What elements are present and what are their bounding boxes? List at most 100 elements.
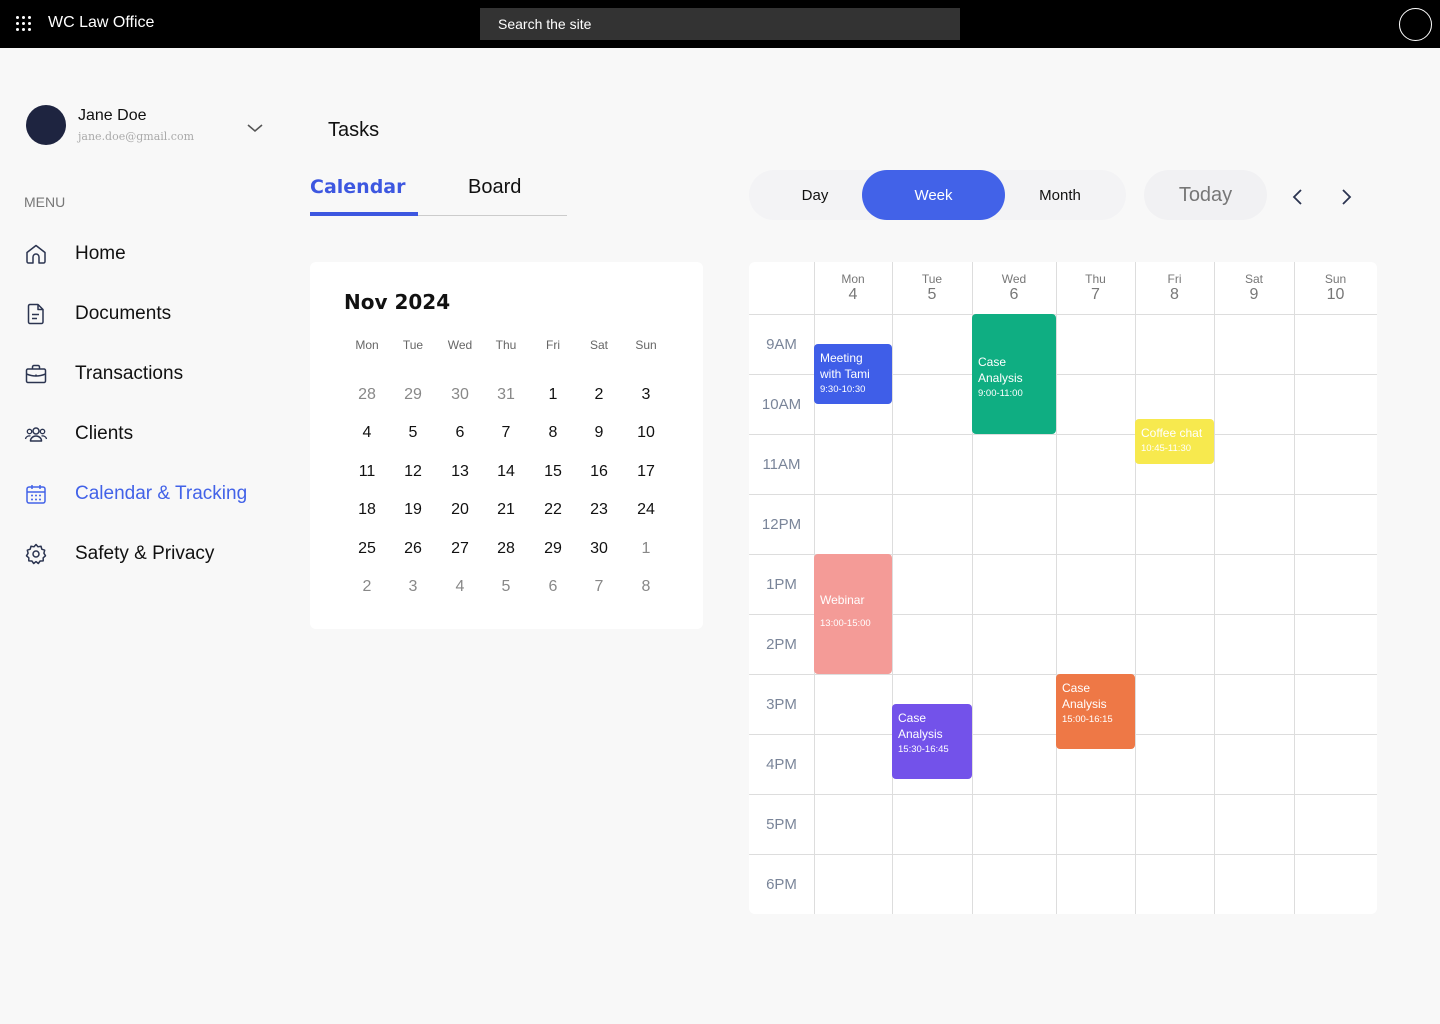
mini-calendar-day[interactable]: 21	[483, 501, 529, 519]
sidebar-item-label: Home	[75, 243, 126, 264]
grid-line	[749, 434, 1377, 435]
view-week-button[interactable]: Week	[862, 170, 1005, 220]
mini-calendar-day[interactable]: 24	[623, 501, 669, 519]
tab-calendar[interactable]: Calendar	[310, 176, 405, 198]
hour-label: 2PM	[766, 636, 797, 653]
active-tab-indicator	[310, 212, 418, 216]
mini-calendar-day[interactable]: 19	[390, 501, 436, 519]
weekday-number[interactable]: 5	[892, 286, 972, 304]
chevron-left-icon[interactable]	[1290, 187, 1306, 207]
mini-calendar-weekday: Thu	[495, 338, 517, 352]
mini-calendar-day[interactable]: 29	[530, 540, 576, 558]
mini-calendar-day[interactable]: 5	[483, 578, 529, 596]
calendar-event[interactable]: Coffee chat 10:45-11:30	[1135, 419, 1214, 464]
calendar-event[interactable]: Case Analysis 9:00-11:00	[972, 314, 1056, 434]
mini-calendar-day[interactable]: 28	[344, 386, 390, 404]
brand-name[interactable]: WC Law Office	[48, 14, 154, 32]
weekday-name: Wed	[1001, 272, 1027, 286]
mini-calendar-day[interactable]: 20	[437, 501, 483, 519]
calendar-event[interactable]: Meeting with Tami 9:30-10:30	[814, 344, 892, 404]
event-title: Case Analysis	[898, 711, 943, 741]
weekday-number[interactable]: 10	[1294, 286, 1377, 304]
home-icon	[26, 244, 46, 264]
event-time: 10:45-11:30	[1141, 443, 1192, 454]
mini-calendar-day[interactable]: 10	[623, 424, 669, 442]
calendar-event[interactable]: Case Analysis 15:00-16:15	[1056, 674, 1135, 749]
chevron-right-icon[interactable]	[1338, 187, 1354, 207]
mini-calendar-day[interactable]: 25	[344, 540, 390, 558]
sidebar-item-calendar-tracking[interactable]: Calendar & Tracking	[24, 478, 274, 510]
sidebar-item-clients[interactable]: Clients	[24, 418, 274, 450]
mini-calendar-day[interactable]: 6	[437, 424, 483, 442]
mini-calendar-day[interactable]: 3	[390, 578, 436, 596]
view-month-button[interactable]: Month	[1005, 170, 1115, 220]
mini-calendar-day[interactable]: 15	[530, 463, 576, 481]
mini-calendar-weekday: Fri	[546, 338, 560, 352]
mini-calendar-day[interactable]: 22	[530, 501, 576, 519]
weekday-name: Thu	[1085, 272, 1106, 286]
mini-calendar-day[interactable]: 2	[576, 386, 622, 404]
mini-calendar-day[interactable]: 26	[390, 540, 436, 558]
weekday-number[interactable]: 9	[1214, 286, 1294, 304]
mini-calendar-day[interactable]: 7	[483, 424, 529, 442]
event-time: 13:00-15:00	[820, 618, 871, 629]
sidebar-item-home[interactable]: Home	[24, 238, 274, 270]
mini-calendar-day[interactable]: 30	[576, 540, 622, 558]
mini-calendar-day[interactable]: 18	[344, 501, 390, 519]
calendar-event[interactable]: Case Analysis 15:30-16:45	[892, 704, 972, 779]
sidebar-item-documents[interactable]: Documents	[24, 298, 274, 330]
mini-calendar-day[interactable]: 13	[437, 463, 483, 481]
apps-grid-icon[interactable]	[16, 16, 32, 32]
mini-calendar-day[interactable]: 31	[483, 386, 529, 404]
chevron-down-icon[interactable]	[246, 122, 264, 134]
sidebar-item-transactions[interactable]: Transactions	[24, 358, 274, 390]
mini-calendar-day[interactable]: 4	[344, 424, 390, 442]
mini-calendar-day[interactable]: 17	[623, 463, 669, 481]
mini-calendar-day[interactable]: 30	[437, 386, 483, 404]
event-time: 9:30-10:30	[820, 384, 866, 395]
mini-calendar-day[interactable]: 12	[390, 463, 436, 481]
grid-line	[1214, 262, 1215, 914]
sidebar-item-safety-privacy[interactable]: Safety & Privacy	[24, 538, 274, 570]
grid-line	[1294, 262, 1295, 914]
mini-calendar-day[interactable]: 5	[390, 424, 436, 442]
hour-label: 11AM	[762, 456, 801, 473]
mini-calendar-day[interactable]: 11	[344, 463, 390, 481]
mini-calendar-day[interactable]: 1	[530, 386, 576, 404]
mini-calendar-day[interactable]: 6	[530, 578, 576, 596]
mini-calendar-day[interactable]: 7	[576, 578, 622, 596]
view-switcher: Day Month Week	[749, 170, 1126, 220]
mini-calendar-day[interactable]: 1	[623, 540, 669, 558]
mini-calendar-day[interactable]: 23	[576, 501, 622, 519]
mini-calendar-day[interactable]: 29	[390, 386, 436, 404]
weekday-number[interactable]: 4	[814, 286, 892, 304]
mini-calendar-day[interactable]: 16	[576, 463, 622, 481]
sidebar-item-label: Calendar & Tracking	[75, 483, 248, 504]
mini-calendar-day[interactable]: 9	[576, 424, 622, 442]
hour-label: 10AM	[761, 396, 802, 413]
mini-calendar-day[interactable]: 14	[483, 463, 529, 481]
event-title: Meeting with Tami	[820, 351, 870, 381]
mini-calendar-day[interactable]: 28	[483, 540, 529, 558]
mini-calendar-day[interactable]: 2	[344, 578, 390, 596]
user-email: jane.doe@gmail.com	[78, 130, 195, 143]
hour-label: 4PM	[766, 756, 797, 773]
mini-calendar-day[interactable]: 27	[437, 540, 483, 558]
calendar-event[interactable]: Webinar 13:00-15:00	[814, 554, 892, 674]
weekday-number[interactable]: 6	[972, 286, 1056, 304]
sidebar-item-label: Documents	[75, 303, 172, 324]
avatar[interactable]	[26, 105, 66, 145]
weekday-number[interactable]: 8	[1135, 286, 1214, 304]
search-input[interactable]	[480, 8, 960, 40]
event-title: Case Analysis	[978, 355, 1023, 385]
today-button[interactable]: Today	[1144, 170, 1267, 220]
tab-board[interactable]: Board	[468, 176, 521, 199]
mini-calendar-day[interactable]: 4	[437, 578, 483, 596]
mini-calendar-day[interactable]: 3	[623, 386, 669, 404]
weekday-number[interactable]: 7	[1056, 286, 1135, 304]
weekday-name: Tue	[921, 272, 943, 286]
mini-calendar-day[interactable]: 8	[623, 578, 669, 596]
mini-calendar-weekday: Mon	[355, 338, 379, 352]
mini-calendar-day[interactable]: 8	[530, 424, 576, 442]
profile-avatar-icon[interactable]	[1399, 8, 1432, 41]
